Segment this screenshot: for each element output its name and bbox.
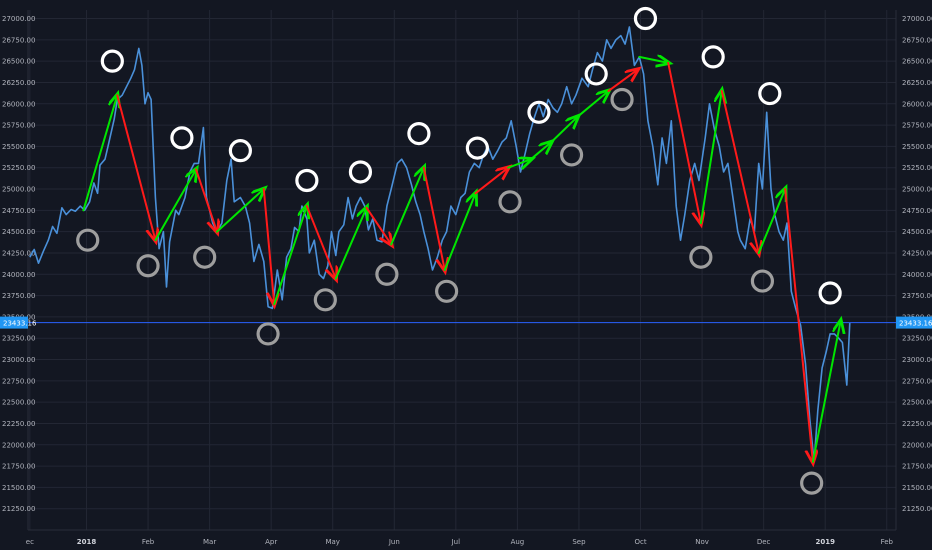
price-chart[interactable]: 21250.00 21500.00 21750.00 22000.00 22250.00… (0, 0, 932, 550)
price-tag-label: 23433.16 (899, 320, 932, 328)
left-ytick-label: 21250.00 (2, 505, 35, 513)
left-ytick-label: 25250.00 (2, 164, 35, 172)
right-ytick-label: 22750.00 (902, 377, 932, 385)
left-ytick-label: 26500.00 (2, 58, 35, 66)
left-ytick-label: 23750.00 (2, 292, 35, 300)
xtick-label: Aug (511, 538, 525, 546)
xtick-label: Apr (265, 538, 277, 546)
right-ytick-label: 26000.00 (902, 100, 932, 108)
right-ytick-label: 22250.00 (902, 420, 932, 428)
left-ytick-label: 25000.00 (2, 186, 35, 194)
right-ytick-label: 25750.00 (902, 122, 932, 130)
xtick-label: May (325, 538, 339, 546)
right-ytick-label: 22000.00 (902, 441, 932, 449)
right-ytick-label: 21250.00 (902, 505, 932, 513)
xtick-label: Oct (634, 538, 646, 546)
xtick-label: ec (26, 538, 34, 546)
left-ytick-label: 26000.00 (2, 100, 35, 108)
right-ytick-label: 23250.00 (902, 335, 932, 343)
left-ytick-label: 22250.00 (2, 420, 35, 428)
left-ytick-label: 24000.00 (2, 271, 35, 279)
xtick-label: 2018 (77, 538, 97, 546)
left-ytick-label: 23000.00 (2, 356, 35, 364)
left-ytick-label: 26250.00 (2, 79, 35, 87)
xtick-label: Jul (451, 538, 461, 546)
xtick-label: Sep (572, 538, 586, 546)
right-ytick-label: 21750.00 (902, 463, 932, 471)
left-ytick-label: 22500.00 (2, 399, 35, 407)
left-ytick-label: 26750.00 (2, 36, 35, 44)
left-ytick-label: 24750.00 (2, 207, 35, 215)
right-ytick-label: 25500.00 (902, 143, 932, 151)
right-ytick-label: 23000.00 (902, 356, 932, 364)
right-ytick-label: 24500.00 (902, 228, 932, 236)
left-ytick-label: 22000.00 (2, 441, 35, 449)
right-ytick-label: 22500.00 (902, 399, 932, 407)
right-ytick-label: 27000.00 (902, 15, 932, 23)
left-ytick-label: 25500.00 (2, 143, 35, 151)
right-ytick-label: 26250.00 (902, 79, 932, 87)
right-ytick-label: 24000.00 (902, 271, 932, 279)
left-ytick-label: 25750.00 (2, 122, 35, 130)
left-ytick-label: 24500.00 (2, 228, 35, 236)
xtick-label: 2019 (815, 538, 835, 546)
right-ytick-label: 25000.00 (902, 186, 932, 194)
xtick-label: Feb (881, 538, 894, 546)
left-ytick-label: 21500.00 (2, 484, 35, 492)
right-ytick-label: 25250.00 (902, 164, 932, 172)
right-ytick-label: 24250.00 (902, 249, 932, 257)
right-ytick-label: 26750.00 (902, 36, 932, 44)
right-ytick-label: 23750.00 (902, 292, 932, 300)
right-ytick-label: 24750.00 (902, 207, 932, 215)
left-ytick-label: 22750.00 (2, 377, 35, 385)
xtick-label: Dec (757, 538, 771, 546)
xtick-label: Feb (142, 538, 155, 546)
price-tag-label: 23433.16 (3, 320, 37, 328)
left-ytick-label: 27000.00 (2, 15, 35, 23)
left-ytick-label: 21750.00 (2, 463, 35, 471)
right-ytick-label: 21500.00 (902, 484, 932, 492)
xtick-label: Nov (695, 538, 709, 546)
right-ytick-label: 26500.00 (902, 58, 932, 66)
left-ytick-label: 23250.00 (2, 335, 35, 343)
xtick-label: Mar (203, 538, 216, 546)
xtick-label: Jun (388, 538, 400, 546)
